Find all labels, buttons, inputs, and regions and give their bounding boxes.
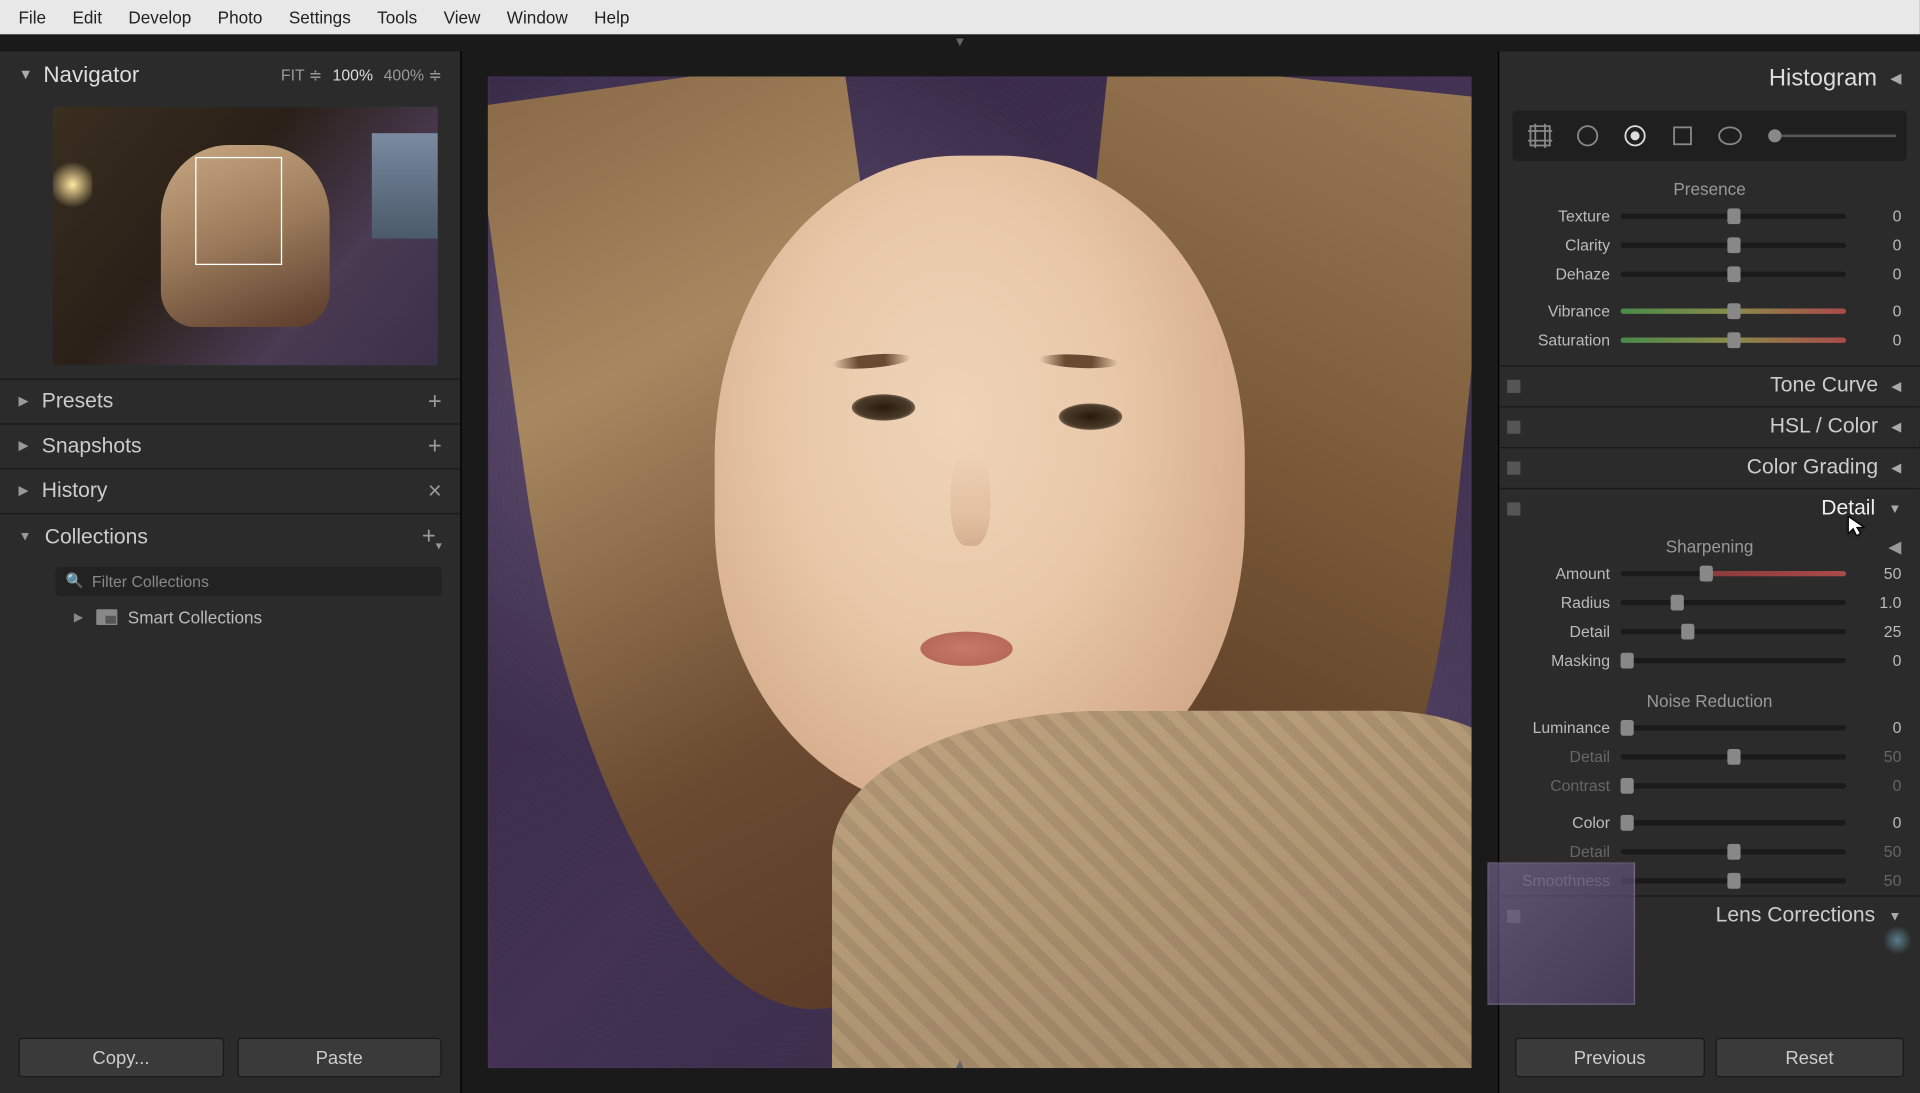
chevron-down-icon: ▼: [1888, 502, 1901, 517]
redeye-tool[interactable]: [1618, 119, 1652, 153]
navigator-title: Navigator: [43, 62, 139, 88]
zoom-400[interactable]: 400% ≑: [384, 66, 442, 84]
presets-panel[interactable]: ▶ Presets +: [0, 378, 460, 423]
panel-switch-icon[interactable]: [1507, 421, 1520, 434]
chevron-left-icon: ◀: [1891, 420, 1901, 435]
menu-file[interactable]: File: [5, 7, 59, 27]
chevron-left-icon: ◀: [1890, 70, 1901, 87]
presence-title: Presence: [1499, 179, 1920, 199]
vibrance-slider[interactable]: Vibrance0: [1499, 297, 1920, 326]
saturation-slider[interactable]: Saturation0: [1499, 326, 1920, 355]
texture-slider[interactable]: Texture0: [1499, 202, 1920, 231]
color-grading-panel[interactable]: Color Grading◀: [1499, 447, 1920, 488]
dehaze-slider[interactable]: Dehaze0: [1499, 260, 1920, 289]
chevron-right-icon: ▶: [18, 394, 28, 409]
menu-edit[interactable]: Edit: [59, 7, 115, 27]
chevron-left-icon[interactable]: ◀: [1888, 537, 1901, 558]
zoom-fit[interactable]: FIT ≑: [281, 66, 322, 84]
chevron-down-icon: ▼: [18, 67, 32, 83]
top-panel-toggle[interactable]: ▼: [0, 34, 1920, 51]
plus-icon[interactable]: +: [428, 433, 442, 461]
chevron-left-icon: ◀: [1891, 379, 1901, 394]
filter-collections-input[interactable]: 🔍 Filter Collections: [55, 566, 441, 595]
clarity-slider[interactable]: Clarity0: [1499, 231, 1920, 260]
chevron-down-icon: ▼: [18, 530, 31, 545]
histogram-header[interactable]: Histogram ◀: [1499, 51, 1920, 105]
menu-settings[interactable]: Settings: [276, 7, 364, 27]
navigator-viewport-rect[interactable]: [195, 157, 282, 265]
search-icon: 🔍: [66, 572, 84, 589]
luminance-slider[interactable]: Luminance0: [1499, 713, 1920, 742]
history-panel[interactable]: ▶ History ×: [0, 468, 460, 513]
sharpening-title: Sharpening◀: [1499, 537, 1920, 557]
menu-develop[interactable]: Develop: [115, 7, 204, 27]
spot-tool[interactable]: [1570, 119, 1604, 153]
detail-preview-thumbnail[interactable]: [1487, 862, 1635, 1004]
menu-view[interactable]: View: [430, 7, 493, 27]
zoom-100[interactable]: 100%: [333, 66, 373, 84]
noise-reduction-title: Noise Reduction: [1499, 691, 1920, 711]
menu-tools[interactable]: Tools: [364, 7, 430, 27]
bottom-panel-toggle[interactable]: ▲: [0, 1056, 1920, 1073]
folder-icon: [96, 609, 117, 625]
masking-slider[interactable]: Masking0: [1499, 646, 1920, 675]
detail-slider[interactable]: Detail25: [1499, 617, 1920, 646]
menu-window[interactable]: Window: [494, 7, 581, 27]
tool-strip: [1512, 111, 1906, 161]
photo-preview[interactable]: [488, 76, 1472, 1068]
snapshots-panel[interactable]: ▶ Snapshots +: [0, 423, 460, 468]
luminance-detail-slider: Detail50: [1499, 742, 1920, 771]
close-icon[interactable]: ×: [428, 477, 442, 505]
luminance-contrast-slider: Contrast0: [1499, 771, 1920, 800]
color-nr-slider[interactable]: Color0: [1499, 808, 1920, 837]
image-viewport[interactable]: [462, 51, 1498, 1093]
plus-icon[interactable]: +: [428, 388, 442, 416]
collections-panel[interactable]: ▼ Collections +▾: [0, 513, 460, 561]
panel-switch-icon[interactable]: [1507, 462, 1520, 475]
menu-photo[interactable]: Photo: [204, 7, 275, 27]
panel-switch-icon[interactable]: [1507, 380, 1520, 393]
panel-switch-icon[interactable]: [1507, 502, 1520, 515]
smart-collections-item[interactable]: ▶ Smart Collections: [74, 603, 442, 631]
left-panel: ▼ Navigator FIT ≑ 100% 400% ≑ ▶ Presets …: [0, 51, 462, 1093]
menu-help[interactable]: Help: [581, 7, 643, 27]
brush-size-slider[interactable]: [1768, 134, 1896, 137]
chevron-right-icon: ▶: [74, 610, 83, 625]
radial-tool[interactable]: [1713, 119, 1747, 153]
chevron-right-icon: ▶: [18, 484, 28, 499]
amount-slider[interactable]: Amount50: [1499, 559, 1920, 588]
detail-panel[interactable]: Detail▼: [1499, 488, 1920, 529]
chevron-right-icon: ▶: [18, 439, 28, 454]
navigator-header[interactable]: ▼ Navigator FIT ≑ 100% 400% ≑: [0, 51, 460, 98]
plus-icon[interactable]: +▾: [422, 522, 442, 553]
chevron-down-icon: ▼: [1888, 909, 1901, 924]
gradient-tool[interactable]: [1665, 119, 1699, 153]
tone-curve-panel[interactable]: Tone Curve◀: [1499, 365, 1920, 406]
menu-bar: File Edit Develop Photo Settings Tools V…: [0, 0, 1920, 34]
crop-tool[interactable]: [1523, 119, 1557, 153]
navigator-preview[interactable]: [53, 107, 438, 365]
hsl-color-panel[interactable]: HSL / Color◀: [1499, 406, 1920, 447]
radius-slider[interactable]: Radius1.0: [1499, 588, 1920, 617]
chevron-left-icon: ◀: [1891, 461, 1901, 476]
